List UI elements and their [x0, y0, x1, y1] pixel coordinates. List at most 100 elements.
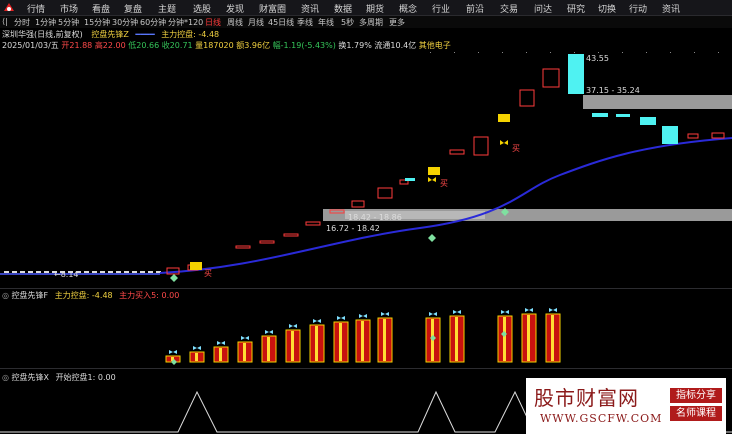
- period-option[interactable]: 年线: [318, 17, 334, 28]
- menu-item[interactable]: 财富圈: [259, 2, 286, 15]
- butterfly-icon: [429, 312, 437, 316]
- volume-bar-core: [219, 348, 222, 361]
- period-option[interactable]: 周线: [227, 17, 243, 28]
- watermark-ad[interactable]: 股市财富网 WWW.GSCFW.COM 指标分享 名师课程: [526, 378, 726, 434]
- settings-icon[interactable]: ◎: [2, 291, 9, 300]
- volume-bar-core: [361, 321, 364, 361]
- candle-doji: [108, 271, 113, 273]
- menu-item[interactable]: 看盘: [92, 2, 110, 15]
- quote-volume: 量187020: [195, 41, 234, 50]
- menu-item[interactable]: 问达: [534, 2, 552, 15]
- menu-item[interactable]: 交易: [500, 2, 518, 15]
- menu-item[interactable]: 资讯: [662, 2, 680, 15]
- panel2-header: ◎ 控盘先锋F 主力控盘: -4.48 主力买入5: 0.00: [2, 290, 179, 301]
- panel-divider: [0, 368, 732, 369]
- butterfly-icon: [241, 336, 249, 340]
- quote-line: 2025/01/03/五 开21.88 高22.00 低20.66 收20.71…: [2, 40, 451, 51]
- butterfly-icon: [313, 319, 321, 323]
- candle-doji: [92, 271, 97, 273]
- panel3-title[interactable]: 控盘先锋X: [12, 373, 49, 382]
- menu-item[interactable]: 行业: [432, 2, 450, 15]
- main-indicator-name[interactable]: 控盘先锋Z: [91, 30, 128, 39]
- period-option[interactable]: 45日线: [268, 17, 294, 28]
- menu-item[interactable]: 数据: [334, 2, 352, 15]
- quote-open: 开21.88: [61, 41, 93, 50]
- main-indicator-value: 主力控盘: -4.48: [161, 30, 220, 39]
- candle-up: [711, 132, 725, 139]
- menu-item[interactable]: 主题: [158, 2, 176, 15]
- period-option[interactable]: 更多: [389, 17, 405, 28]
- menu-item[interactable]: 市场: [60, 2, 78, 15]
- menu-item[interactable]: 概念: [399, 2, 417, 15]
- menu-item[interactable]: 切换: [598, 2, 616, 15]
- period-option[interactable]: 30分钟: [112, 17, 138, 28]
- guide-dot: [574, 52, 575, 53]
- butterfly-icon: [549, 308, 557, 312]
- candle-doji: [124, 271, 129, 273]
- panel2-field1: 主力控盘: -4.48: [54, 291, 113, 300]
- period-option[interactable]: 季线: [297, 17, 313, 28]
- period-toolbar-handle-icon[interactable]: ⟨|: [2, 17, 8, 26]
- candle-up: [519, 89, 535, 107]
- price-label-band-lower: 16.72 - 18.42: [326, 224, 380, 233]
- menu-item[interactable]: 发现: [226, 2, 244, 15]
- candle-down: [616, 114, 630, 117]
- candle-down: [592, 113, 608, 117]
- candle-down: [568, 54, 584, 94]
- butterfly-icon: [525, 308, 533, 312]
- butterfly-icon: [501, 310, 509, 314]
- period-option[interactable]: 分时: [14, 17, 30, 28]
- quote-float-cap: 流通10.4亿: [374, 41, 417, 50]
- quote-sector[interactable]: 其他电子: [419, 41, 451, 50]
- menu-item[interactable]: 行动: [629, 2, 647, 15]
- period-option[interactable]: 15分钟: [84, 17, 110, 28]
- period-option[interactable]: 60分钟: [140, 17, 166, 28]
- candle-doji: [28, 271, 33, 273]
- buy-signal-label: 买: [440, 179, 448, 188]
- butterfly-icon: [193, 346, 201, 350]
- stock-title[interactable]: 深圳华强(日线,前复权): [2, 30, 83, 39]
- price-label-low-value: 8.14: [60, 270, 79, 279]
- guide-dot: [622, 52, 623, 53]
- panel2-title[interactable]: 控盘先锋F: [12, 291, 49, 300]
- volume-bar-core: [527, 315, 530, 361]
- candle-up: [377, 187, 393, 199]
- guide-dot: [526, 52, 527, 53]
- guide-dot: [670, 52, 671, 53]
- quote-close: 收20.71: [161, 41, 193, 50]
- menu-item[interactable]: 行情: [27, 2, 45, 15]
- period-option[interactable]: 月线: [248, 17, 264, 28]
- menu-item[interactable]: 复盘: [124, 2, 142, 15]
- candle-doji: [20, 271, 25, 273]
- menu-item[interactable]: 资讯: [301, 2, 319, 15]
- period-option[interactable]: 日线: [205, 17, 221, 28]
- period-option[interactable]: 分钟*120: [168, 17, 203, 28]
- candle-doji: [116, 271, 121, 273]
- butterfly-icon: [359, 314, 367, 318]
- menu-item[interactable]: 前沿: [466, 2, 484, 15]
- settings-icon[interactable]: ◎: [2, 373, 9, 382]
- signal-box: [498, 114, 510, 122]
- period-option[interactable]: 多周期: [359, 17, 383, 28]
- period-option[interactable]: 5分钟: [58, 17, 79, 28]
- butterfly-icon: [169, 350, 177, 354]
- candle-doji: [12, 271, 17, 273]
- price-label-high: 43.55: [586, 54, 609, 63]
- period-option[interactable]: 5秒: [341, 17, 354, 28]
- app-logo-icon[interactable]: [2, 1, 16, 14]
- candle-doji: [148, 271, 153, 273]
- price-band-upper: [583, 95, 732, 109]
- period-option[interactable]: 1分钟: [35, 17, 56, 28]
- candle-doji: [4, 271, 9, 273]
- candle-up: [449, 149, 465, 155]
- ad-tag-indicators[interactable]: 指标分享: [670, 388, 722, 403]
- candle-doji: [84, 271, 89, 273]
- menu-item[interactable]: 研究: [567, 2, 585, 15]
- menu-item[interactable]: 选股: [193, 2, 211, 15]
- menu-item[interactable]: 期货: [366, 2, 384, 15]
- top-menu-bar: 行情 市场 看盘 复盘 主题 选股 发现 财富圈 资讯 数据 期货 概念 行业 前沿 交易 问达 研究 切换 行动 资…: [0, 0, 732, 16]
- guide-dot: [646, 52, 647, 53]
- ad-tag-courses[interactable]: 名师课程: [670, 406, 722, 421]
- candle-down: [405, 178, 415, 181]
- candle-up: [687, 133, 699, 139]
